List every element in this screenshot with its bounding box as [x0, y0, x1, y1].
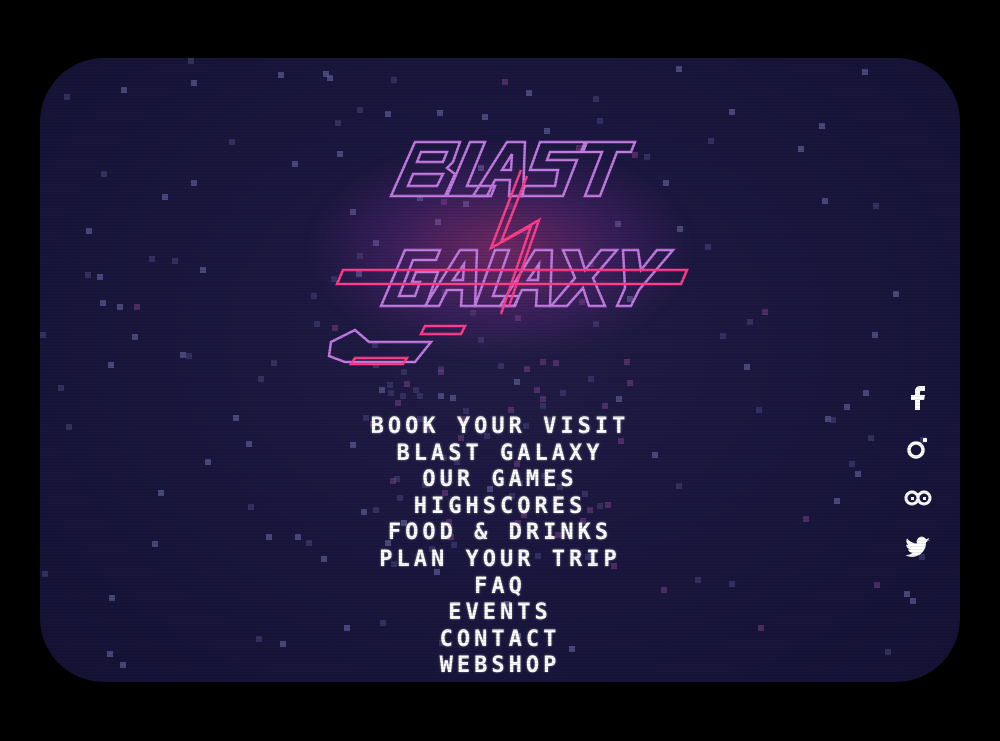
star — [534, 387, 540, 393]
star — [893, 291, 899, 297]
star — [744, 364, 750, 370]
star — [86, 228, 92, 234]
menu-item-plan-your-trip[interactable]: PLAN YOUR TRIP — [40, 547, 960, 574]
logo-mark — [327, 140, 689, 366]
star — [822, 198, 828, 204]
star — [863, 390, 869, 396]
star — [149, 256, 155, 262]
blast-galaxy-logo[interactable] — [295, 130, 705, 370]
star — [627, 380, 633, 386]
star — [100, 300, 106, 306]
star — [400, 393, 406, 399]
star — [64, 94, 70, 100]
star — [873, 203, 879, 209]
facebook-icon[interactable] — [898, 378, 938, 428]
star — [387, 382, 393, 388]
star — [762, 309, 768, 315]
star — [271, 360, 277, 366]
star — [593, 96, 599, 102]
star — [191, 80, 197, 86]
star — [437, 110, 443, 116]
menu-item-events[interactable]: EVENTS — [40, 600, 960, 627]
star — [417, 393, 423, 399]
star — [229, 139, 235, 145]
star — [438, 393, 444, 399]
star — [844, 404, 850, 410]
star — [134, 304, 140, 310]
twitter-icon[interactable] — [898, 528, 938, 578]
menu-item-webshop[interactable]: WEBSHOP — [40, 653, 960, 680]
star — [404, 381, 410, 387]
star — [514, 379, 520, 385]
star — [705, 244, 711, 250]
crt-screen: BOOK YOUR VISIT BLAST GALAXY OUR GAMES H… — [40, 58, 960, 682]
star — [335, 120, 341, 126]
star — [747, 319, 753, 325]
menu-item-faq[interactable]: FAQ — [40, 574, 960, 601]
instagram-icon[interactable] — [898, 428, 938, 478]
star — [526, 90, 532, 96]
star — [540, 396, 546, 402]
star — [58, 385, 64, 391]
star — [191, 180, 197, 186]
star — [117, 304, 123, 310]
star — [188, 58, 194, 64]
star — [327, 75, 333, 81]
star — [602, 403, 608, 409]
star — [40, 332, 46, 338]
star — [756, 407, 762, 413]
star — [101, 171, 107, 177]
social-links — [898, 378, 938, 578]
star — [162, 194, 168, 200]
star — [278, 72, 284, 78]
star — [502, 79, 508, 85]
star — [508, 407, 514, 413]
star — [395, 400, 401, 406]
star — [379, 387, 385, 393]
menu-item-blast-galaxy[interactable]: BLAST GALAXY — [40, 441, 960, 468]
star — [482, 114, 488, 120]
star — [616, 396, 622, 402]
menu-item-contact[interactable]: CONTACT — [40, 627, 960, 654]
menu-item-book-your-visit[interactable]: BOOK YOUR VISIT — [40, 414, 960, 441]
star — [540, 403, 546, 409]
main-menu: BOOK YOUR VISIT BLAST GALAXY OUR GAMES H… — [40, 414, 960, 680]
tripadvisor-icon[interactable] — [898, 478, 938, 528]
star — [258, 376, 264, 382]
star — [708, 138, 714, 144]
star — [872, 332, 878, 338]
star — [172, 258, 178, 264]
star — [798, 146, 804, 152]
star — [391, 77, 397, 83]
menu-item-food-drinks[interactable]: FOOD & DRINKS — [40, 520, 960, 547]
star — [413, 387, 419, 393]
star — [180, 352, 186, 358]
star — [597, 118, 603, 124]
star — [132, 334, 138, 340]
star — [186, 353, 192, 359]
star — [385, 111, 391, 117]
star — [357, 107, 363, 113]
menu-item-our-games[interactable]: OUR GAMES — [40, 467, 960, 494]
star — [108, 362, 114, 368]
star — [97, 274, 103, 280]
star — [729, 109, 735, 115]
star — [588, 376, 594, 382]
star — [819, 123, 825, 129]
menu-item-highscores[interactable]: HIGHSCORES — [40, 494, 960, 521]
star — [862, 69, 868, 75]
star — [200, 267, 206, 273]
star — [121, 87, 127, 93]
star — [676, 66, 682, 72]
star — [388, 390, 394, 396]
star — [560, 390, 566, 396]
star — [450, 395, 456, 401]
star — [85, 272, 91, 278]
star — [720, 333, 726, 339]
